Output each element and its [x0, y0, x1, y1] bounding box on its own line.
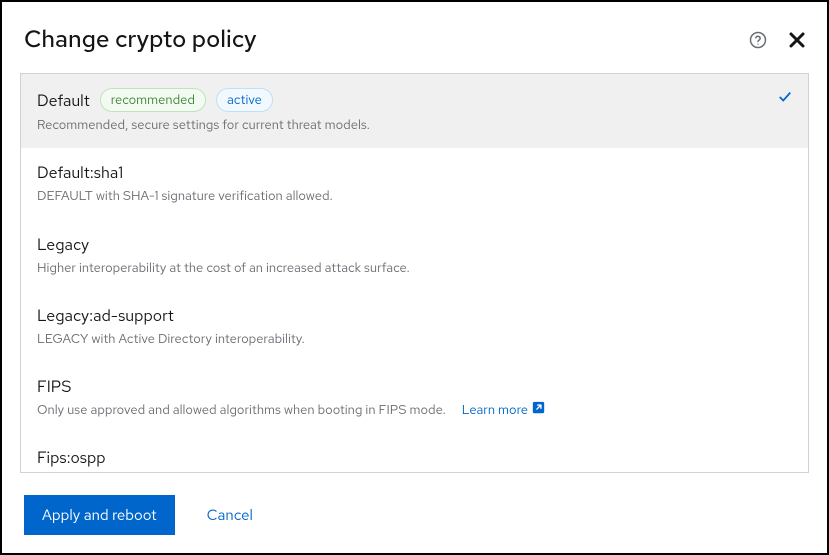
badge-active: active	[216, 88, 273, 112]
policy-description: DEFAULT with SHA-1 signature verificatio…	[37, 187, 792, 205]
external-link-icon	[532, 401, 545, 419]
policy-description: LEGACY with Active Directory interoperab…	[37, 330, 792, 348]
policy-description: FIPS with further Common Criteria restri…	[37, 472, 792, 473]
policy-item-default[interactable]: Default recommended active Recommended, …	[21, 74, 808, 148]
policy-description: Higher interoperability at the cost of a…	[37, 259, 792, 277]
policy-item-fips-ospp[interactable]: Fips:ospp FIPS with further Common Crite…	[21, 433, 808, 473]
policy-name: Legacy:ad-support	[37, 305, 174, 326]
policy-name: Default	[37, 90, 90, 111]
check-icon	[778, 88, 792, 109]
badge-recommended: recommended	[100, 88, 206, 112]
policy-description: Recommended, secure settings for current…	[37, 116, 792, 134]
dialog-title: Change crypto policy	[24, 24, 257, 55]
policy-item-legacy[interactable]: Legacy Higher interoperability at the co…	[21, 220, 808, 291]
close-icon[interactable]	[789, 32, 805, 48]
policy-name: Fips:ospp	[37, 447, 106, 468]
policy-description: Only use approved and allowed algorithms…	[37, 401, 792, 419]
header-icons	[749, 31, 805, 49]
policy-item-fips[interactable]: FIPS Only use approved and allowed algor…	[21, 362, 808, 433]
policy-item-legacy-ad-support[interactable]: Legacy:ad-support LEGACY with Active Dir…	[21, 291, 808, 362]
policy-description-text: Only use approved and allowed algorithms…	[37, 401, 446, 419]
policy-name: Legacy	[37, 234, 89, 255]
dialog-footer: Apply and reboot Cancel	[20, 495, 809, 535]
apply-and-reboot-button[interactable]: Apply and reboot	[24, 495, 175, 535]
learn-more-link[interactable]: Learn more	[462, 401, 545, 419]
cancel-button[interactable]: Cancel	[191, 495, 269, 535]
policy-name: Default:sha1	[37, 162, 123, 183]
policy-name: FIPS	[37, 376, 71, 397]
policy-list[interactable]: Default recommended active Recommended, …	[20, 73, 809, 473]
policy-item-default-sha1[interactable]: Default:sha1 DEFAULT with SHA-1 signatur…	[21, 148, 808, 219]
help-icon[interactable]	[749, 31, 767, 49]
learn-more-text: Learn more	[462, 401, 528, 419]
dialog-header: Change crypto policy	[20, 24, 809, 55]
